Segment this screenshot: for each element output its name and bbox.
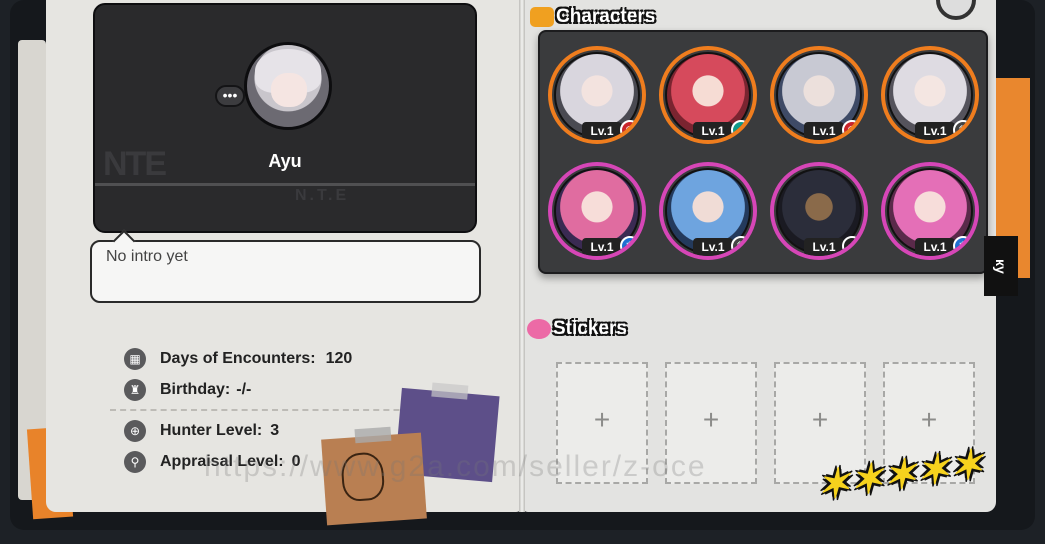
more-options-button[interactable]: ••• [215, 85, 245, 107]
magnifier-icon: ⚲ [124, 451, 146, 473]
intro-text: No intro yet [106, 248, 188, 265]
player-name: Ayu [268, 151, 302, 171]
notebook-spine [519, 0, 525, 512]
tape-decoration [354, 426, 392, 444]
characters-header: Characters [530, 6, 655, 28]
crosshair-icon: ⊕ [124, 420, 146, 442]
add-sticker-icon: + [920, 404, 938, 435]
character-slot-8[interactable]: Lv.1 ❄ [881, 162, 979, 260]
character-slot-4[interactable]: Lv.1 ✺ [881, 46, 979, 144]
element-ice-icon: ❄ [620, 236, 640, 256]
stat-label: Days of Encounters: [160, 350, 316, 367]
stat-hunter-level: ⊕ Hunter Level: 3 [124, 420, 279, 442]
add-sticker-icon: + [593, 404, 611, 435]
character-level: Lv.1 [804, 238, 844, 256]
character-level: Lv.1 [582, 238, 622, 256]
character-slot-7[interactable]: Lv.1 ✦ [770, 162, 868, 260]
stat-label: Birthday: [160, 381, 231, 398]
element-thunder-icon: ✦ [842, 236, 862, 256]
stat-birthday: ♜ Birthday: -/- [124, 379, 251, 401]
stat-value: 3 [270, 422, 280, 439]
characters-panel: Lv.1 ◎ Lv.1 ◐ Lv.1 ◎ Lv.1 ✺ Lv.1 ❄ Lv.1 … [538, 30, 988, 274]
character-slot-3[interactable]: Lv.1 ◎ [770, 46, 868, 144]
element-fire-icon: ◎ [842, 120, 862, 140]
character-level: Lv.1 [804, 122, 844, 140]
cake-icon: ♜ [124, 379, 146, 401]
characters-title: Characters [556, 6, 656, 27]
card-logo-sub: N.T.E [295, 187, 350, 204]
character-level: Lv.1 [915, 238, 955, 256]
sticker-icon [527, 319, 551, 339]
character-slot-2[interactable]: Lv.1 ◐ [659, 46, 757, 144]
character-level: Lv.1 [693, 122, 733, 140]
element-fire-icon: ◎ [620, 120, 640, 140]
character-level: Lv.1 [915, 122, 955, 140]
element-light-icon: ✺ [953, 120, 973, 140]
character-slot-5[interactable]: Lv.1 ❄ [548, 162, 646, 260]
stat-value: -/- [236, 381, 252, 398]
tape-decoration [431, 382, 469, 400]
side-tab-decoration: ку [984, 236, 1018, 296]
avatar-face [271, 73, 307, 107]
character-slot-1[interactable]: Lv.1 ◎ [548, 46, 646, 144]
character-level: Lv.1 [582, 122, 622, 140]
stickers-header: Stickers [527, 318, 627, 340]
stat-value: 120 [325, 350, 353, 367]
character-slot-6[interactable]: Lv.1 ✺ [659, 162, 757, 260]
watermark-text: https://www.g2a.com/seller/z-oce [204, 450, 707, 483]
stat-label: Hunter Level: [160, 422, 263, 439]
avatar[interactable] [244, 42, 332, 130]
card-divider [95, 183, 475, 186]
profile-card: NTE N.T.E ••• Ayu [93, 3, 477, 233]
element-light-icon: ✺ [731, 236, 751, 256]
stat-days-of-encounters: ▦ Days of Encounters: 120 [124, 348, 352, 370]
element-water-icon: ◐ [731, 120, 751, 140]
stats-divider [110, 409, 440, 411]
folder-icon [530, 7, 554, 27]
add-sticker-icon: + [811, 404, 829, 435]
character-level: Lv.1 [693, 238, 733, 256]
intro-speech-bubble[interactable]: No intro yet [90, 240, 481, 303]
element-ice-icon: ❄ [953, 236, 973, 256]
stickers-title: Stickers [553, 318, 627, 339]
calendar-icon: ▦ [124, 348, 146, 370]
add-sticker-icon: + [702, 404, 720, 435]
